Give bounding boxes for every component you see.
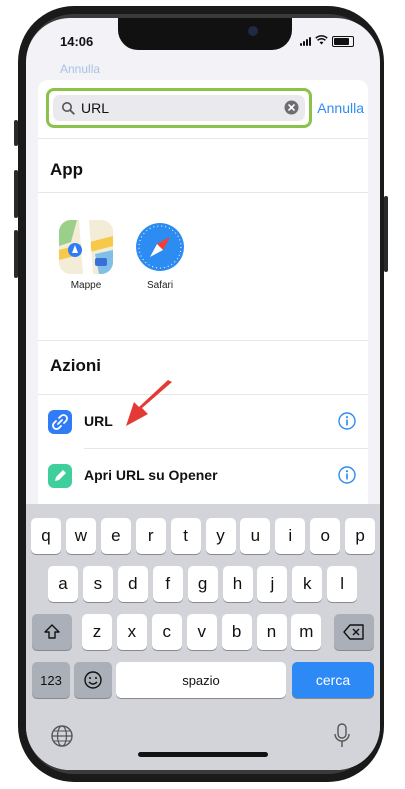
- emoji-key[interactable]: [74, 662, 112, 698]
- microphone-icon[interactable]: [332, 722, 352, 750]
- numbers-key[interactable]: 123: [32, 662, 70, 698]
- screen: 14:06 Annulla URL Annulla App Mappe Safa…: [26, 18, 380, 770]
- actions-section-title: Azioni: [50, 356, 101, 375]
- space-key[interactable]: spazio: [116, 662, 286, 698]
- search-highlight: URL: [46, 88, 312, 128]
- key-s[interactable]: s: [82, 566, 113, 602]
- key-d[interactable]: d: [117, 566, 148, 602]
- action-row-open-url[interactable]: Apri URL su Opener: [38, 452, 368, 500]
- key-z[interactable]: z: [82, 614, 112, 650]
- key-l[interactable]: l: [327, 566, 358, 602]
- divider: [84, 448, 368, 449]
- clear-icon[interactable]: [284, 100, 299, 115]
- key-v[interactable]: v: [186, 614, 217, 650]
- side-button-right: [384, 196, 388, 272]
- key-u[interactable]: u: [240, 518, 271, 554]
- globe-icon[interactable]: [50, 724, 74, 748]
- key-b[interactable]: b: [221, 614, 252, 650]
- key-t[interactable]: t: [170, 518, 201, 554]
- signal-icon: [300, 36, 311, 46]
- app-label: Mappe: [70, 280, 102, 291]
- app-safari[interactable]: Safari: [130, 220, 190, 291]
- key-c[interactable]: c: [151, 614, 182, 650]
- action-label: URL: [84, 413, 113, 429]
- home-indicator: [138, 752, 268, 757]
- front-camera: [248, 26, 258, 36]
- key-x[interactable]: x: [116, 614, 147, 650]
- key-m[interactable]: m: [291, 614, 322, 650]
- key-f[interactable]: f: [152, 566, 183, 602]
- key-o[interactable]: o: [310, 518, 341, 554]
- apps-section-title: App: [50, 160, 84, 179]
- safari-app-icon: [133, 220, 187, 274]
- keyboard: qwertyuiop asdfghjkl zxcvbnm 123 spazio ce…: [26, 504, 380, 770]
- key-g[interactable]: g: [187, 566, 218, 602]
- delete-key[interactable]: [334, 614, 374, 650]
- app-maps[interactable]: Mappe: [56, 220, 116, 291]
- key-i[interactable]: i: [275, 518, 306, 554]
- background-cancel-hint: Annulla: [60, 62, 101, 76]
- shift-key[interactable]: [32, 614, 72, 650]
- status-time: 14:06: [60, 34, 94, 49]
- key-w[interactable]: w: [65, 518, 96, 554]
- maps-app-icon: [59, 220, 113, 274]
- key-r[interactable]: r: [135, 518, 166, 554]
- divider: [38, 192, 368, 193]
- key-j[interactable]: j: [257, 566, 288, 602]
- side-button-left-1: [14, 120, 18, 146]
- search-input-value: URL: [81, 100, 110, 116]
- wifi-icon: [315, 32, 328, 50]
- divider: [38, 394, 368, 395]
- action-label: Apri URL su Opener: [84, 467, 218, 483]
- search-icon: [62, 102, 75, 115]
- key-a[interactable]: a: [48, 566, 78, 602]
- battery-icon: [332, 35, 354, 47]
- info-icon[interactable]: [338, 466, 356, 484]
- key-n[interactable]: n: [256, 614, 287, 650]
- key-q[interactable]: q: [31, 518, 61, 554]
- pencil-icon: [48, 464, 72, 488]
- key-e[interactable]: e: [100, 518, 131, 554]
- side-button-left-2: [14, 170, 18, 218]
- cancel-button[interactable]: Annulla: [317, 100, 364, 116]
- divider: [38, 138, 368, 139]
- search-key[interactable]: cerca: [292, 662, 374, 698]
- red-arrow-annotation-icon: [126, 380, 172, 426]
- shift-icon: [44, 624, 60, 639]
- action-row-url[interactable]: URL: [38, 398, 368, 446]
- backspace-icon: [343, 624, 364, 640]
- side-button-left-3: [14, 230, 18, 278]
- search-input[interactable]: URL: [53, 95, 305, 121]
- info-icon[interactable]: [338, 412, 356, 430]
- divider: [38, 340, 368, 341]
- status-icons: [300, 32, 354, 50]
- link-icon: [48, 410, 72, 434]
- key-p[interactable]: p: [345, 518, 376, 554]
- key-h[interactable]: h: [222, 566, 253, 602]
- key-y[interactable]: y: [205, 518, 236, 554]
- app-label: Safari: [146, 280, 174, 291]
- notch: [118, 18, 292, 50]
- emoji-icon: [84, 671, 102, 689]
- key-k[interactable]: k: [292, 566, 323, 602]
